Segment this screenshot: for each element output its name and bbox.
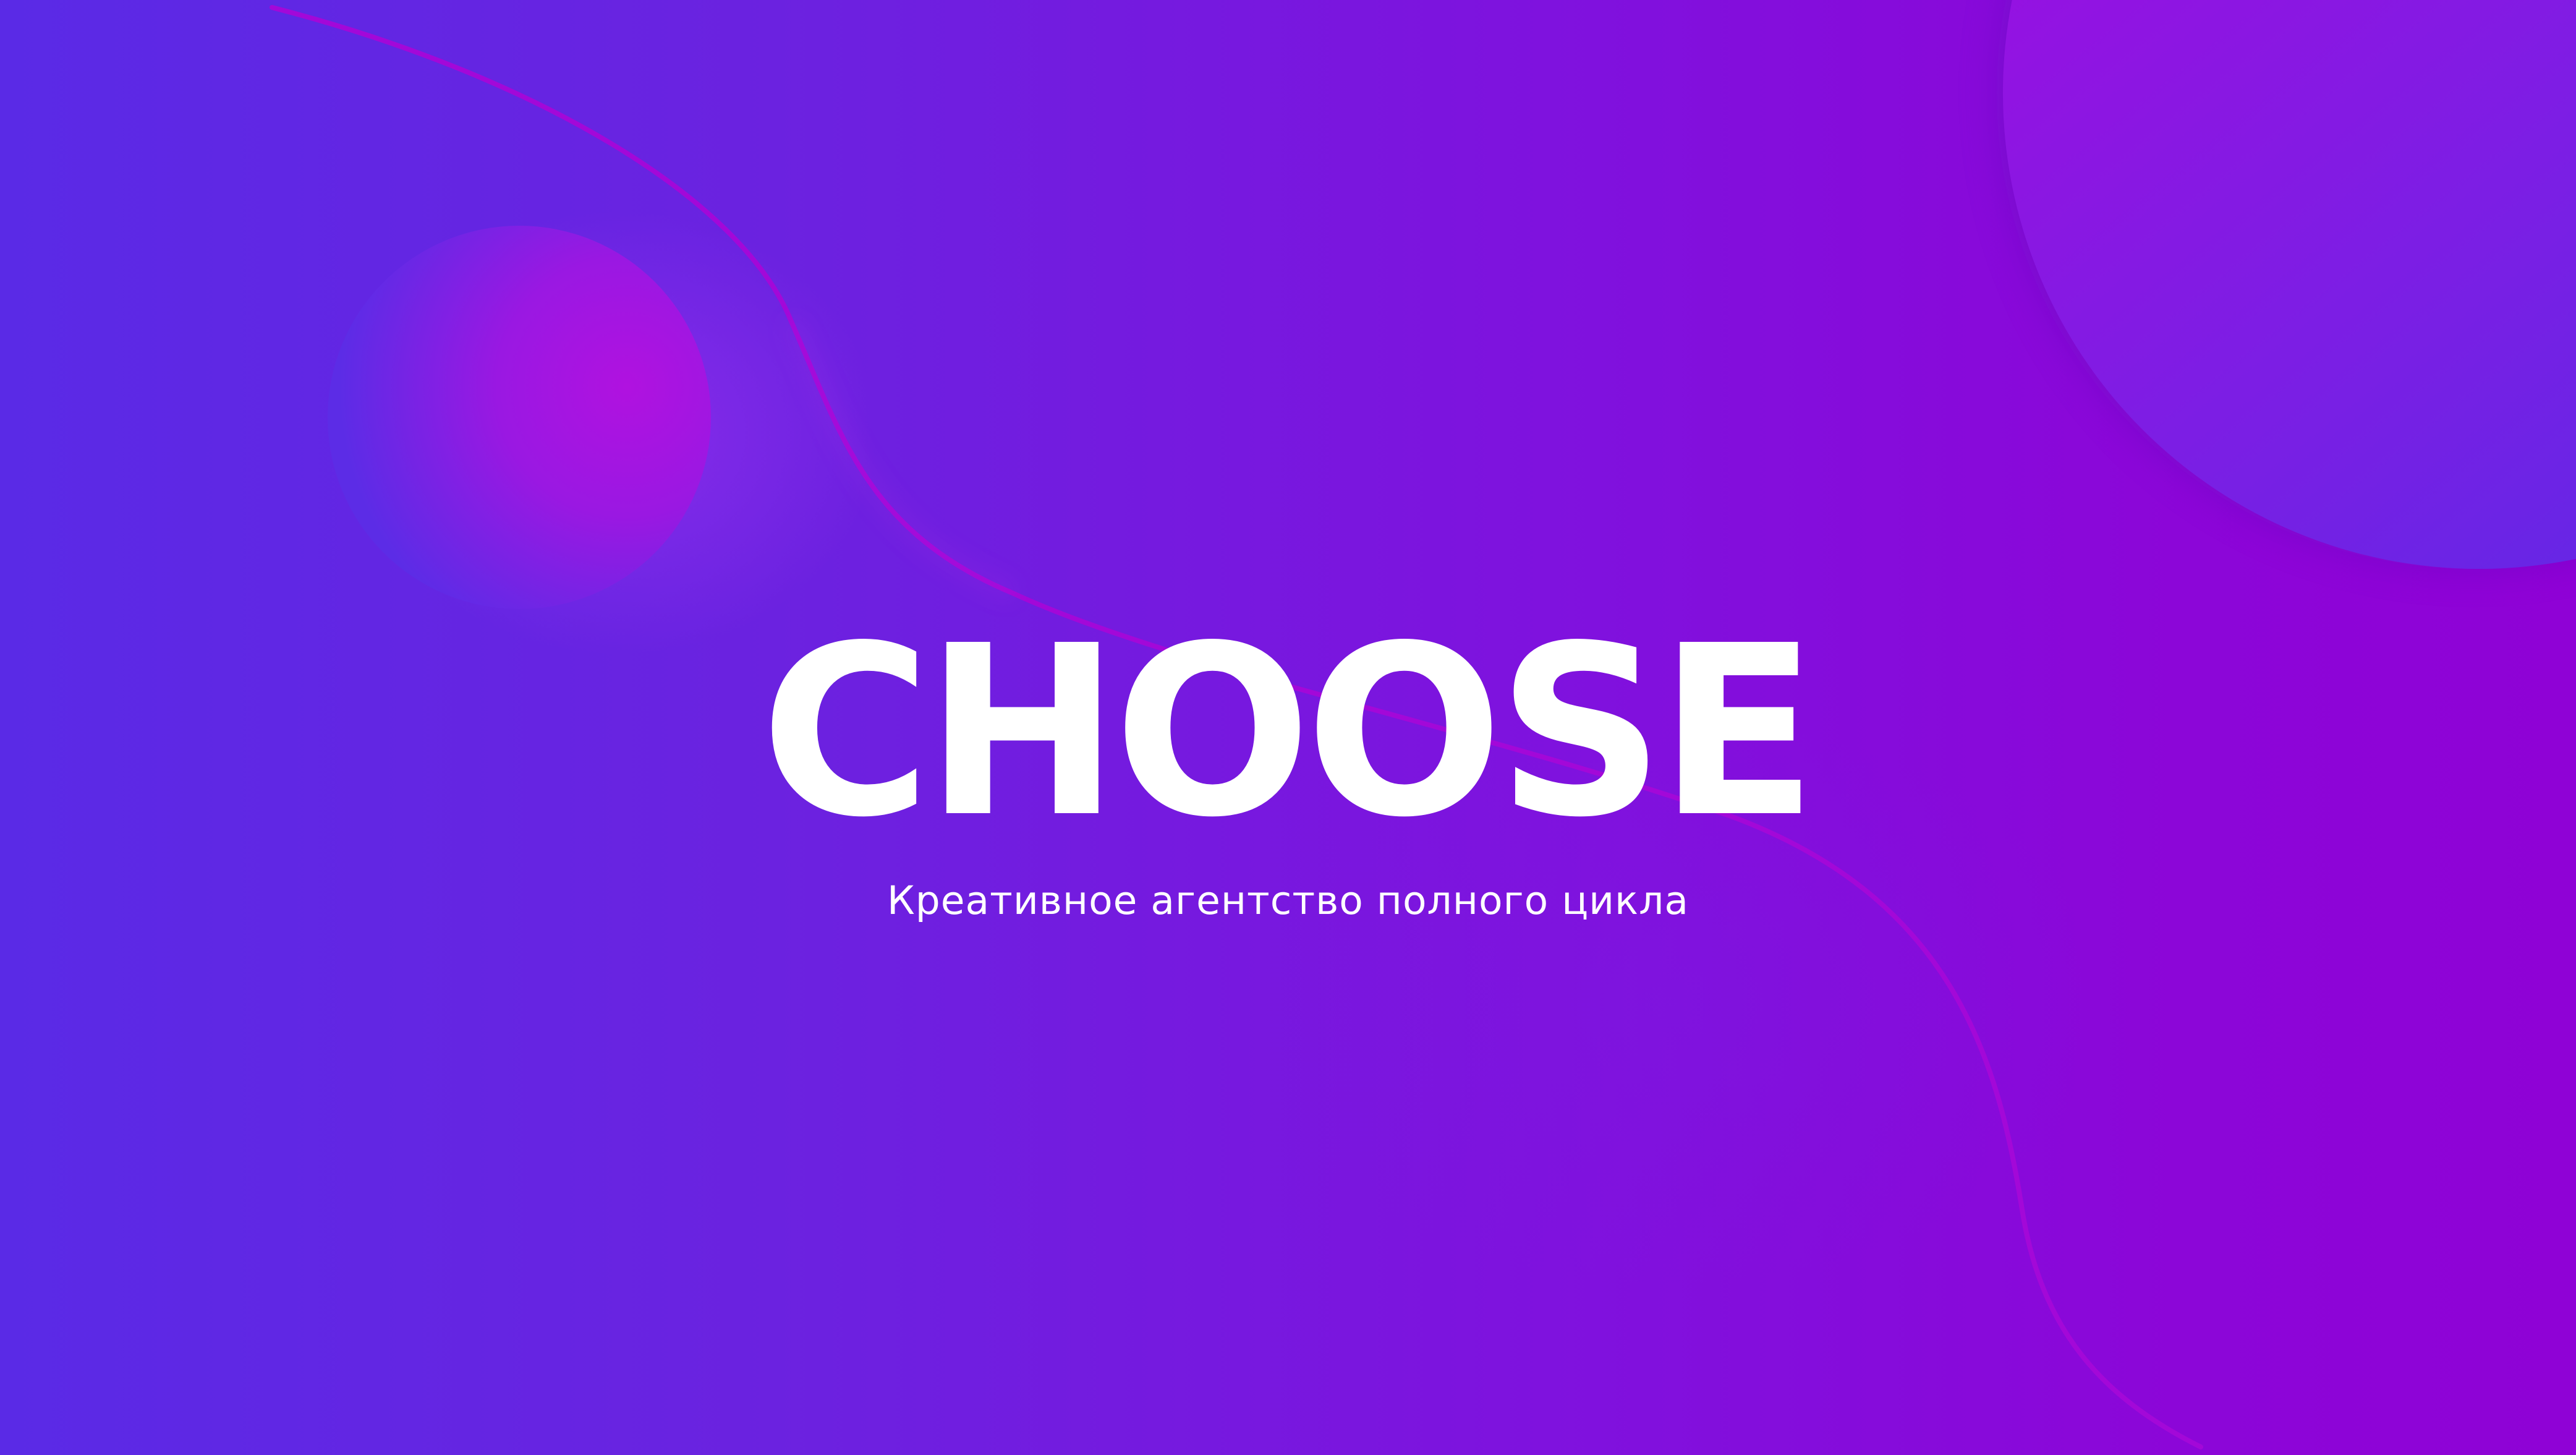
left-sphere-shape [328, 226, 711, 609]
logo-wordmark: CHOOSE [760, 631, 1811, 829]
tagline: Креативное агентство полного цикла [887, 878, 1689, 923]
choose-logo: CHOOSE [754, 631, 1817, 829]
logo-mark: CHOOSE [760, 631, 1817, 829]
top-right-circle-shape [2003, 0, 2576, 569]
hero-banner: CHOOSE Креативное агентство полного цикл… [0, 0, 2576, 1455]
